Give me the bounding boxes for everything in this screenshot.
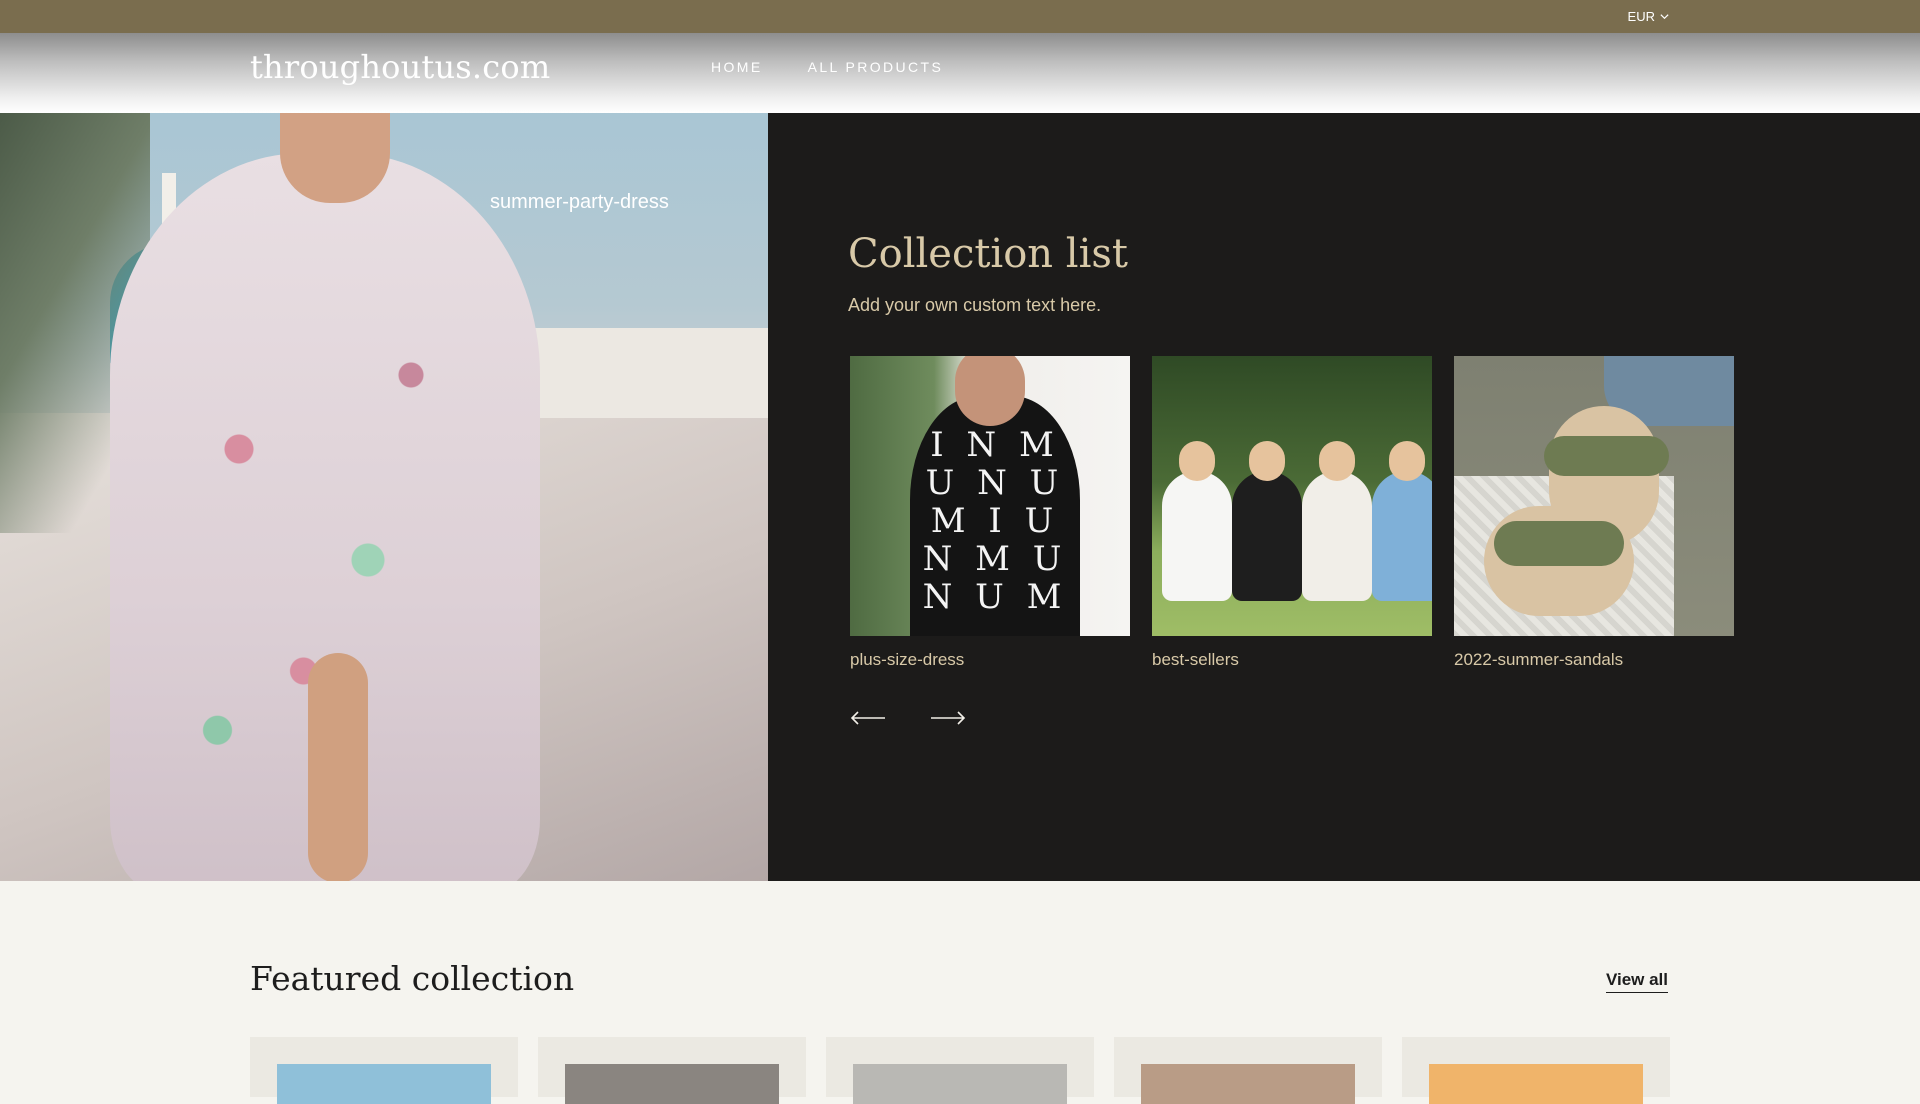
product-thumbnail xyxy=(277,1064,491,1104)
collection-card[interactable]: I N M U N U M I U N M U N U M plus-size-… xyxy=(850,356,1130,670)
product-card[interactable] xyxy=(1114,1037,1382,1104)
currency-label: EUR xyxy=(1627,9,1655,24)
product-card[interactable] xyxy=(250,1037,518,1104)
person-shape xyxy=(1232,471,1302,601)
carousel-prev-button[interactable] xyxy=(850,710,886,726)
person-head-shape xyxy=(1179,441,1215,481)
collection-card[interactable]: best-sellers xyxy=(1152,356,1432,670)
carousel-next-button[interactable] xyxy=(930,710,966,726)
person-shape xyxy=(1162,471,1232,601)
hero-image[interactable]: summer-party-dress xyxy=(0,113,768,881)
announcement-bar: EUR xyxy=(0,0,1920,33)
product-thumbnail xyxy=(853,1064,1067,1104)
collection-card-image: I N M U N U M I U N M U N U M xyxy=(850,356,1130,636)
person-head-shape xyxy=(1389,441,1425,481)
collection-card-image xyxy=(1454,356,1734,636)
collection-card-image xyxy=(1152,356,1432,636)
nav-item-all-products[interactable]: ALL PRODUCTS xyxy=(808,59,944,75)
model-head-shape xyxy=(955,356,1025,426)
person-shape xyxy=(1372,471,1432,601)
hero-section: summer-party-dress Collection list Add y… xyxy=(0,113,1920,881)
site-header: throughoutus.com HOME ALL PRODUCTS xyxy=(0,33,1920,113)
nav-item-home[interactable]: HOME xyxy=(711,59,763,75)
arrow-left-icon xyxy=(850,711,885,725)
featured-collection-title: Featured collection xyxy=(250,959,575,998)
collection-card[interactable]: 2022-summer-sandals xyxy=(1454,356,1734,670)
featured-product-grid xyxy=(250,1037,1670,1104)
collection-list-panel: Collection list Add your own custom text… xyxy=(768,113,1920,881)
collection-card-label: 2022-summer-sandals xyxy=(1454,650,1624,669)
hero-collection-link[interactable]: summer-party-dress xyxy=(490,191,669,214)
collection-list-title: Collection list xyxy=(848,231,1128,277)
person-head-shape xyxy=(1319,441,1355,481)
product-card[interactable] xyxy=(1402,1037,1670,1104)
chevron-down-icon xyxy=(1660,14,1669,20)
product-card[interactable] xyxy=(538,1037,806,1104)
product-thumbnail xyxy=(1141,1064,1355,1104)
collection-card-label: best-sellers xyxy=(1152,650,1239,669)
product-thumbnail xyxy=(565,1064,779,1104)
collection-list-subtitle: Add your own custom text here. xyxy=(848,295,1102,315)
hero-model-shape xyxy=(280,113,390,203)
person-shape xyxy=(1302,471,1372,601)
view-all-link[interactable]: View all xyxy=(1605,970,1668,993)
collection-carousel: I N M U N U M I U N M U N U M plus-size-… xyxy=(850,356,1734,670)
person-head-shape xyxy=(1249,441,1285,481)
product-thumbnail xyxy=(1429,1064,1643,1104)
product-card[interactable] xyxy=(826,1037,1094,1104)
currency-selector[interactable]: EUR xyxy=(1628,0,1670,33)
carousel-controls xyxy=(850,710,966,726)
sandal-strap-shape xyxy=(1494,521,1624,566)
dress-pattern-letters: I N M U N U M I U N M U N U M xyxy=(922,426,1068,617)
site-logo[interactable]: throughoutus.com xyxy=(250,48,550,86)
collection-card-label: plus-size-dress xyxy=(850,650,965,669)
hero-leg-shape xyxy=(308,653,368,881)
arrow-right-icon xyxy=(931,711,966,725)
sandal-strap-shape xyxy=(1544,436,1669,476)
main-nav: HOME ALL PRODUCTS xyxy=(711,59,943,75)
